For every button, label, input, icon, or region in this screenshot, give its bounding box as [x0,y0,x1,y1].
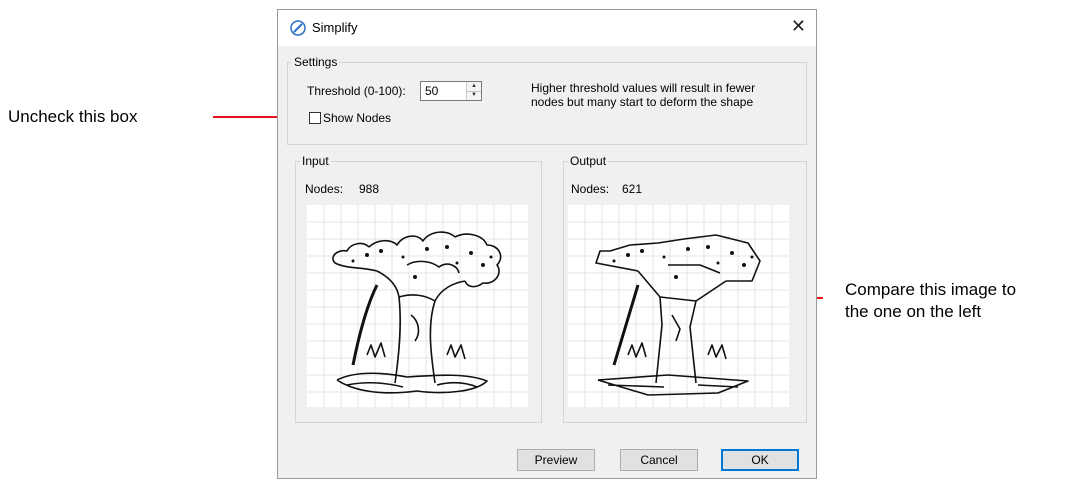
input-nodes-label: Nodes: [305,182,344,196]
settings-legend: Settings [294,55,338,69]
input-nodes-value: 988 [359,182,380,196]
right-callout-line2: the one on the left [845,302,982,321]
title-bar: Simplify ✕ [278,10,816,46]
cancel-button[interactable]: Cancel [620,449,698,471]
simplify-dialog: Simplify ✕ Settings Threshold (0-100): 5… [277,9,817,479]
close-button[interactable]: ✕ [791,16,806,37]
ok-button[interactable]: OK [721,449,799,471]
compass-icon [290,20,306,36]
output-nodes-label: Nodes: [571,182,610,196]
stepper-down-icon[interactable]: ▼ [467,91,481,100]
show-nodes-label[interactable]: Show Nodes [323,111,391,125]
stepper-buttons[interactable]: ▲ ▼ [466,82,481,100]
left-callout: Uncheck this box [8,107,138,126]
input-preview [307,205,528,407]
dialog-title: Simplify [312,20,358,35]
output-nodes-value: 621 [622,182,643,196]
output-legend: Output [570,154,607,168]
threshold-stepper[interactable]: 50 ▲ ▼ [420,81,482,101]
input-legend: Input [302,154,329,168]
threshold-hint-line2: nodes but many start to deform the shape [531,95,754,109]
preview-button[interactable]: Preview [517,449,595,471]
threshold-hint-line1: Higher threshold values will result in f… [531,81,756,95]
show-nodes-checkbox[interactable] [309,112,321,124]
output-preview [568,205,789,407]
right-callout-line1: Compare this image to [845,280,1017,299]
threshold-label: Threshold (0-100): [307,84,406,98]
input-tree-drawing [307,205,528,407]
output-tree-drawing [568,205,789,407]
threshold-value[interactable]: 50 [425,84,438,98]
